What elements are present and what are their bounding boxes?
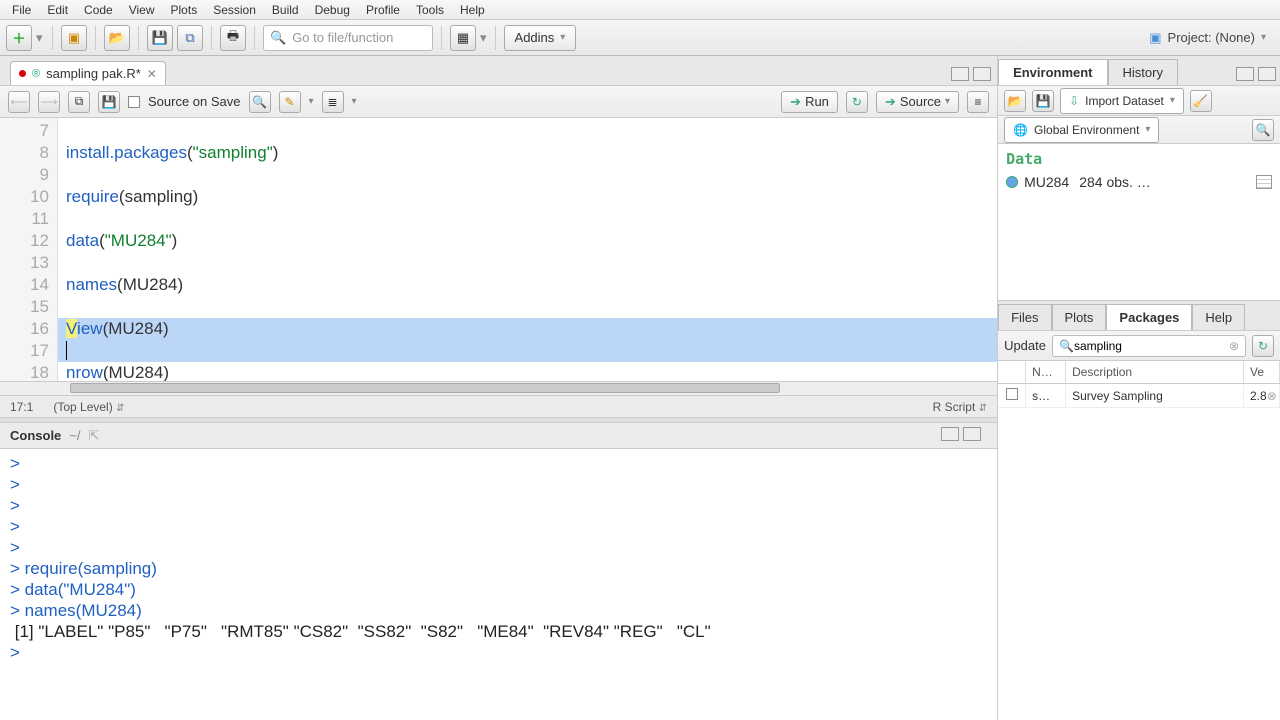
forward-button[interactable]: ⟶ [38,91,60,113]
env-section-data: Data [1006,150,1272,168]
console-title: Console [10,428,61,443]
project-icon: ▣ [1149,30,1161,46]
menu-debug[interactable]: Debug [307,1,358,19]
wand-button[interactable]: ✎ [279,91,301,113]
scope-selector[interactable]: (Top Level) ⇵ [53,400,124,414]
menu-profile[interactable]: Profile [358,1,408,19]
tab-help[interactable]: Help [1192,304,1245,330]
run-button[interactable]: ➔ Run [781,91,838,113]
tab-environment[interactable]: Environment [998,59,1107,85]
run-arrow-icon: ➔ [790,94,801,110]
tab-history[interactable]: History [1108,59,1178,85]
environment-scope-dropdown[interactable]: 🌐 Global Environment▾ [1004,117,1159,143]
menu-view[interactable]: View [121,1,163,19]
line-gutter: 78910111213141516171819 [0,118,58,381]
view-data-icon[interactable] [1256,175,1272,189]
clear-search-icon[interactable]: ⊗ [1229,339,1239,353]
code-editor[interactable]: 78910111213141516171819 install.packages… [0,118,997,381]
report-button[interactable]: ≣ [322,91,344,113]
menu-plots[interactable]: Plots [163,1,206,19]
source-arrow-icon: ➔ [885,94,896,110]
console-header: Console ~/ ⇱ [0,423,997,449]
print-button[interactable]: 🖶 [220,25,246,51]
search-icon: 🔍 [1059,339,1074,353]
outline-button[interactable]: ≡ [967,91,989,113]
main-toolbar: ＋ ▾ ▣ 📂 💾 ⧉ 🖶 🔍 Go to file/function ▦ ▾ … [0,20,1280,56]
packages-toolbar: Update 🔍 ⊗ ↻ [998,331,1280,361]
package-row-sampling[interactable]: s… Survey Sampling 2.8⊗ [998,384,1280,408]
close-tab-button[interactable]: ✕ [147,67,157,81]
new-project-button[interactable]: ▣ [61,25,87,51]
globe-icon: 🌐 [1013,123,1028,137]
package-search[interactable]: 🔍 ⊗ [1052,335,1246,357]
grid-button[interactable]: ▦ [450,25,476,51]
source-toolbar: ⟵ ⟶ ⧉ 💾 Source on Save 🔍 ✎ ▾ ≣ ▾ ➔ Run ↻… [0,86,997,118]
project-selector[interactable]: ▣ Project: (None) ▾ [1149,30,1274,46]
minimize-pane-button[interactable] [951,67,969,81]
remove-package-icon[interactable]: ⊗ [1267,389,1277,403]
file-tab-sampling-pak[interactable]: ® sampling pak.R* ✕ [10,61,166,85]
maximize-env-button[interactable] [1258,67,1276,81]
maximize-console-button[interactable] [963,427,981,441]
environment-toolbar: 📂 💾 ⇩ Import Dataset▾ 🧹 [998,86,1280,116]
menu-code[interactable]: Code [76,1,121,19]
console-output[interactable]: > > > > > > require(sampling)> data("MU2… [0,449,997,720]
save-button[interactable]: 💾 [147,25,173,51]
minimize-console-button[interactable] [941,427,959,441]
new-file-button[interactable]: ＋ [6,25,32,51]
show-in-new-window-button[interactable]: ⧉ [68,91,90,113]
search-icon: 🔍 [270,30,286,46]
clear-workspace-button[interactable]: 🧹 [1190,90,1212,112]
tab-plots[interactable]: Plots [1052,304,1107,330]
find-button[interactable]: 🔍 [249,91,271,113]
package-search-input[interactable] [1074,339,1229,353]
language-mode[interactable]: R Script ⇵ [933,400,987,414]
update-button[interactable]: Update [1004,338,1046,353]
addins-dropdown[interactable]: Addins▾ [504,25,577,51]
source-on-save-label: Source on Save [148,94,241,109]
import-dataset-dropdown[interactable]: ⇩ Import Dataset▾ [1060,88,1184,114]
menu-help[interactable]: Help [452,1,493,19]
source-tab-bar: ® sampling pak.R* ✕ [0,56,997,86]
source-button[interactable]: ➔ Source ▾ [876,91,959,113]
tab-files[interactable]: Files [998,304,1051,330]
save-source-button[interactable]: 💾 [98,91,120,113]
r-file-icon: ® [32,68,40,80]
back-button[interactable]: ⟵ [8,91,30,113]
minimize-env-button[interactable] [1236,67,1254,81]
menu-file[interactable]: File [4,1,39,19]
open-file-button[interactable]: 📂 [104,25,130,51]
packages-header: N… Description Ve [998,361,1280,384]
search-env-button[interactable]: 🔍 [1252,119,1274,141]
cursor-position: 17:1 [10,400,33,414]
menu-build[interactable]: Build [264,1,307,19]
environment-body: Data MU284 284 obs. … [998,144,1280,300]
console-path: ~/ [69,428,80,443]
code-area[interactable]: install.packages("sampling") require(sam… [58,118,997,381]
menu-tools[interactable]: Tools [408,1,452,19]
import-icon: ⇩ [1069,94,1079,108]
goto-file-function[interactable]: 🔍 Go to file/function [263,25,433,51]
horizontal-scrollbar[interactable] [0,381,997,395]
source-status-bar: 17:1 (Top Level) ⇵ R Script ⇵ [0,395,997,417]
menu-edit[interactable]: Edit [39,1,76,19]
maximize-pane-button[interactable] [973,67,991,81]
menu-bar: File Edit Code View Plots Session Build … [0,0,1280,20]
popout-icon[interactable]: ⇱ [89,428,100,444]
environment-scope-bar: 🌐 Global Environment▾ 🔍 [998,116,1280,144]
env-item-mu284[interactable]: MU284 284 obs. … [1006,172,1272,192]
refresh-packages-button[interactable]: ↻ [1252,335,1274,357]
save-workspace-button[interactable]: 💾 [1032,90,1054,112]
menu-session[interactable]: Session [205,1,264,19]
tab-packages[interactable]: Packages [1106,304,1192,330]
packages-tabs: Files Plots Packages Help [998,301,1280,331]
source-on-save-checkbox[interactable] [128,96,140,108]
load-workspace-button[interactable]: 📂 [1004,90,1026,112]
package-checkbox[interactable] [1006,388,1018,400]
environment-tabs: Environment History [998,56,1280,86]
unsaved-dot-icon [19,70,26,77]
data-frame-icon [1006,176,1018,188]
rerun-button[interactable]: ↻ [846,91,868,113]
save-all-button[interactable]: ⧉ [177,25,203,51]
